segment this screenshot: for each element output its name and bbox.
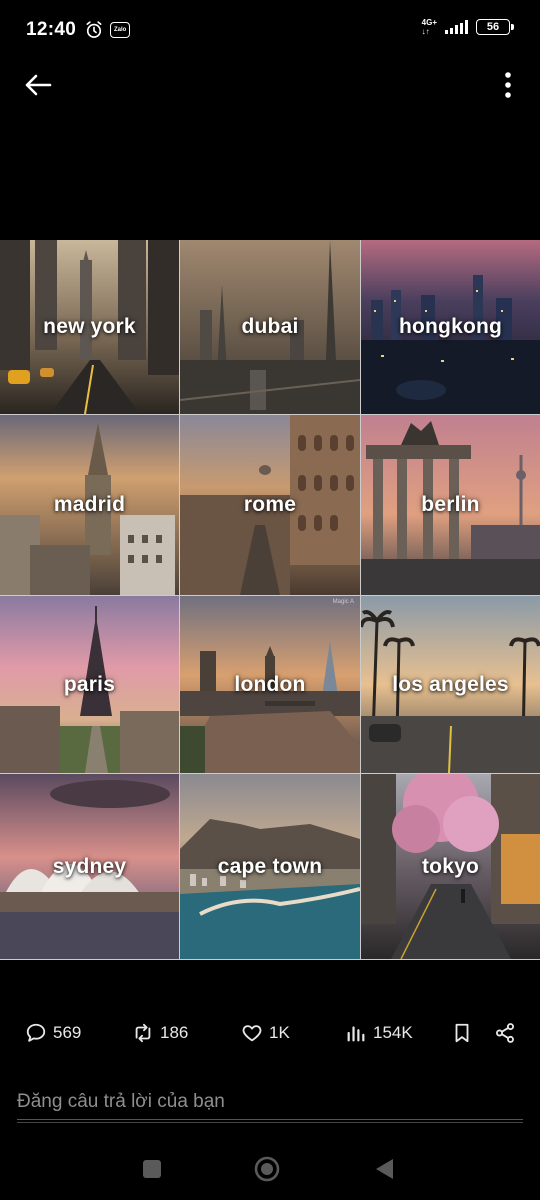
signal-icon <box>445 20 468 34</box>
heart-icon <box>242 1025 262 1042</box>
reply-count: 569 <box>53 1023 82 1042</box>
tile-label: dubai <box>241 315 299 338</box>
status-time: 12:40 <box>26 19 77 40</box>
action-bar: 569 186 1K 154K <box>0 1014 540 1058</box>
tile-london[interactable]: london Magic A <box>180 596 360 773</box>
tile-label: madrid <box>53 493 126 516</box>
zalo-icon: Zalo <box>110 22 131 38</box>
like-button[interactable]: 1K <box>241 1022 290 1044</box>
tile-label: sydney <box>52 854 127 878</box>
tile-dubai[interactable]: dubai <box>180 240 360 414</box>
share-button[interactable] <box>494 1022 516 1044</box>
tile-berlin[interactable]: berlin <box>361 415 540 595</box>
comment-icon <box>26 1023 46 1042</box>
home-button[interactable] <box>254 1156 280 1182</box>
tile-los-angeles[interactable]: los angeles <box>361 596 540 773</box>
tile-paris[interactable]: paris <box>0 596 179 773</box>
back-nav-button[interactable] <box>371 1156 397 1182</box>
bookmark-icon <box>455 1023 469 1043</box>
more-vertical-icon <box>505 72 511 98</box>
battery-icon: 56 <box>476 19 514 35</box>
watermark: Magic A <box>332 599 354 605</box>
photo-grid[interactable]: new york dubai hongkong madrid rome berl… <box>0 240 540 960</box>
battery-level: 56 <box>486 21 500 33</box>
reply-box <box>0 1084 540 1124</box>
tile-label: london <box>234 672 306 696</box>
tile-madrid[interactable]: madrid <box>0 415 179 595</box>
back-button[interactable] <box>22 70 54 100</box>
status-icons-left: Zalo <box>84 20 131 40</box>
repost-count: 186 <box>160 1023 189 1042</box>
reply-button[interactable]: 569 <box>25 1022 81 1044</box>
recents-button[interactable] <box>139 1156 165 1182</box>
circle-icon <box>254 1156 280 1182</box>
tile-new-york[interactable]: new york <box>0 240 179 414</box>
share-icon <box>496 1023 514 1043</box>
reply-input[interactable] <box>17 1084 523 1120</box>
top-nav <box>0 60 540 110</box>
more-options-button[interactable] <box>498 70 518 100</box>
views-button[interactable]: 154K <box>345 1022 413 1044</box>
android-nav-bar <box>0 1140 540 1200</box>
network-type: 4G+ <box>421 18 437 27</box>
view-count: 154K <box>373 1023 413 1042</box>
tile-label: cape town <box>217 854 323 878</box>
tile-label: new york <box>43 315 136 338</box>
tile-label: tokyo <box>421 854 479 878</box>
repost-icon <box>135 1023 151 1043</box>
triangle-back-icon <box>376 1159 393 1179</box>
status-right: 4G+ ↓↑ 56 <box>422 18 514 36</box>
arrow-left-icon <box>25 74 52 96</box>
network-indicator: 4G+ ↓↑ <box>422 18 437 36</box>
tile-cape-town[interactable]: cape town <box>180 774 360 959</box>
tile-label: los angeles <box>392 672 509 696</box>
network-arrows: ↓↑ <box>421 27 430 36</box>
tile-label: paris <box>63 672 116 696</box>
tile-label: rome <box>243 493 297 516</box>
tile-sydney[interactable]: sydney <box>0 774 179 959</box>
bookmark-button[interactable] <box>451 1022 473 1044</box>
tile-hongkong[interactable]: hongkong <box>361 240 540 414</box>
tile-tokyo[interactable]: tokyo <box>361 774 540 959</box>
alarm-icon <box>86 21 102 38</box>
like-count: 1K <box>269 1023 290 1042</box>
repost-button[interactable]: 186 <box>132 1022 188 1044</box>
reply-divider <box>17 1122 523 1123</box>
square-icon <box>143 1160 161 1178</box>
tile-rome[interactable]: rome <box>180 415 360 595</box>
bar-chart-icon <box>347 1026 365 1042</box>
tile-label: hongkong <box>398 315 503 338</box>
tile-label: berlin <box>421 493 480 516</box>
status-bar: 12:40 Zalo 4G+ ↓↑ 56 <box>0 0 540 60</box>
